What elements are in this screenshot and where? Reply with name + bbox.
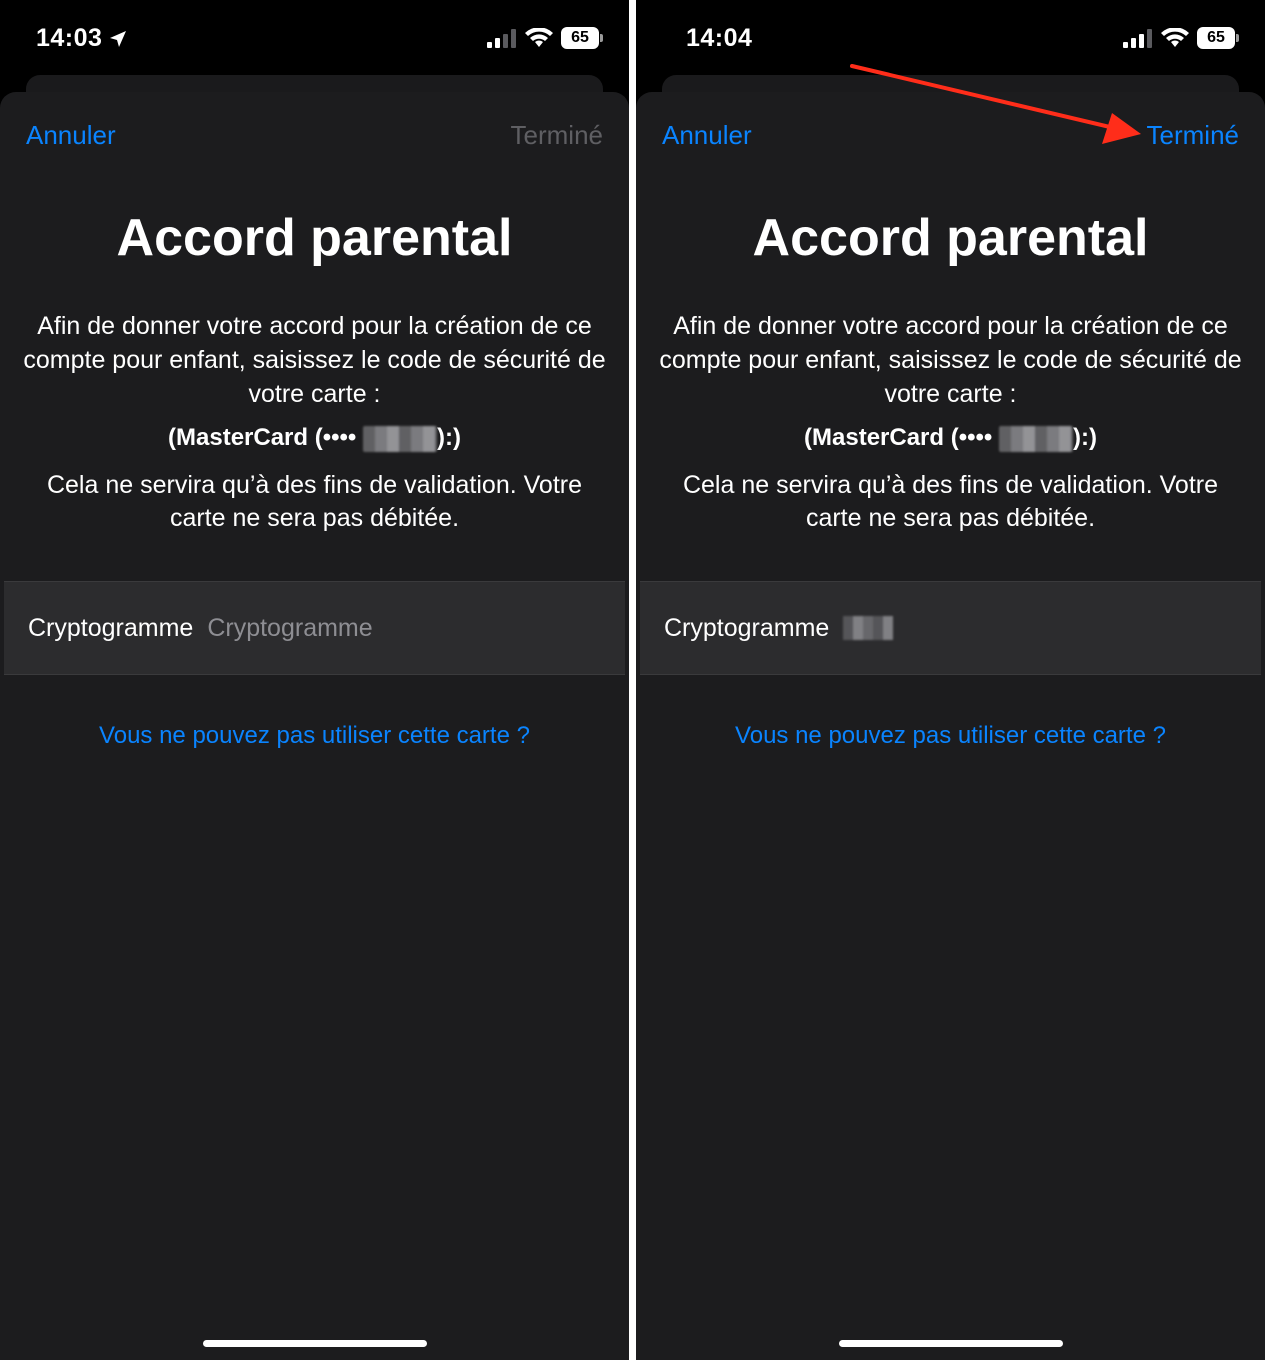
status-bar: 14:03 65 [0,0,629,80]
wifi-icon [525,28,553,47]
signal-icon [487,29,516,48]
status-time: 14:04 [686,24,752,53]
page-title: Accord parental [752,209,1149,267]
home-indicator[interactable] [838,1340,1063,1347]
time-text: 14:03 [36,24,103,52]
cvv-field-row: Cryptogramme [4,581,625,675]
card-number-blurred [999,425,1073,452]
description-text: Afin de donner votre accord pour la créa… [659,312,1242,408]
home-indicator[interactable] [202,1340,427,1347]
card-info: (MasterCard (•••• ):) [0,424,629,452]
card-number-blurred [363,425,437,452]
screen-after: 14:04 65 Annuler Terminé Accord parental… [636,0,1265,1360]
done-button[interactable]: Terminé [511,120,603,151]
screen-before: 14:03 65 Annuler Terminé Accord parental… [0,0,629,1360]
status-time: 14:03 [36,24,128,53]
battery-icon: 65 [561,27,603,49]
wifi-icon [1161,28,1189,47]
cvv-field-label: Cryptogramme [28,613,194,642]
validation-note: Cela ne servira qu’à des fins de validat… [682,471,1219,532]
page-title: Accord parental [116,209,513,267]
validation-note: Cela ne servira qu’à des fins de validat… [46,471,583,532]
cannot-use-card-link[interactable]: Vous ne pouvez pas utiliser cette carte … [636,722,1265,750]
cvv-field-label: Cryptogramme [664,613,830,642]
cvv-input[interactable] [207,613,468,643]
time-text: 14:04 [686,24,753,52]
card-info: (MasterCard (•••• ):) [636,424,1265,452]
signal-icon [1123,29,1152,48]
cvv-field-row: Cryptogramme [640,581,1261,675]
status-bar: 14:04 65 [636,0,1265,80]
cancel-button[interactable]: Annuler [662,120,752,151]
card-prefix: (MasterCard (•••• [168,424,357,451]
cancel-button[interactable]: Annuler [26,120,116,151]
cvv-value-blurred[interactable] [843,616,894,640]
battery-icon: 65 [1197,27,1239,49]
card-suffix: ):) [437,424,461,451]
description-text: Afin de donner votre accord pour la créa… [23,312,606,408]
location-arrow-icon [110,30,127,47]
card-suffix: ):) [1073,424,1097,451]
card-prefix: (MasterCard (•••• [804,424,993,451]
done-button[interactable]: Terminé [1147,120,1239,151]
cannot-use-card-link[interactable]: Vous ne pouvez pas utiliser cette carte … [0,722,629,750]
